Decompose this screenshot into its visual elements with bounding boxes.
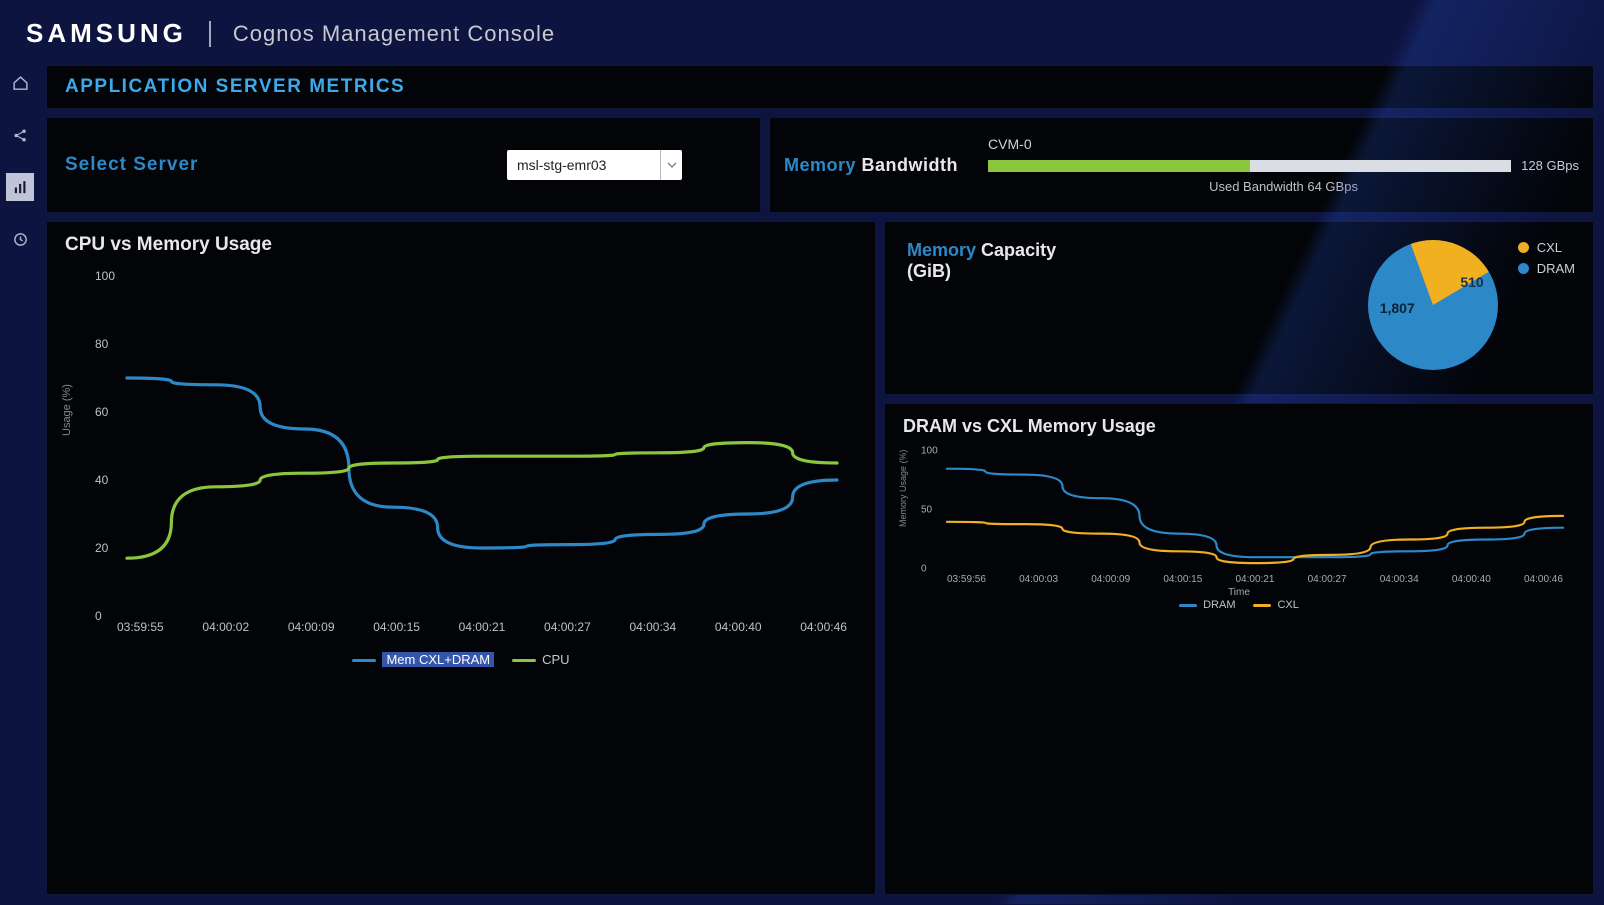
chart-icon: [12, 179, 29, 196]
cpu-memory-chart-title: CPU vs Memory Usage: [65, 234, 857, 256]
bandwidth-node-label: CVM-0: [988, 136, 1579, 152]
memory-capacity-pie: 5101,807: [1368, 240, 1498, 370]
sidebar-item-home[interactable]: [6, 69, 34, 97]
select-server-dropdown[interactable]: msl-stg-emr03: [507, 150, 682, 180]
brand-logo: SAMSUNG: [26, 18, 187, 49]
legend-item[interactable]: CXL: [1253, 599, 1298, 611]
dram-cxl-legend: DRAM CXL: [903, 599, 1575, 611]
content: APPLICATION SERVER METRICS Select Server…: [40, 61, 1604, 905]
cpu-memory-chart-panel: CPU vs Memory Usage Usage (%) 0204060801…: [46, 221, 876, 895]
memory-capacity-legend: CXL DRAM: [1518, 240, 1575, 282]
bandwidth-bar-fill: [988, 160, 1250, 172]
legend-item[interactable]: CXL: [1518, 240, 1575, 255]
select-server-label: Select Server: [65, 154, 198, 176]
share-icon: [12, 127, 29, 144]
memory-capacity-unit: (GiB): [907, 261, 1056, 282]
select-server-panel: Select Server msl-stg-emr03: [46, 117, 761, 213]
memory-capacity-title: Memory Capacity: [907, 240, 1056, 261]
bandwidth-used-label: Used Bandwidth 64 GBps: [988, 179, 1579, 194]
bandwidth-max-label: 128 GBps: [1521, 158, 1579, 173]
cpu-memory-ylabel: Usage (%): [61, 384, 73, 436]
sidebar-item-share[interactable]: [6, 121, 34, 149]
sidebar-item-history[interactable]: [6, 225, 34, 253]
sidebar: [0, 61, 40, 905]
legend-item[interactable]: DRAM: [1518, 261, 1575, 276]
sidebar-item-metrics[interactable]: [6, 173, 34, 201]
chevron-down-icon: [660, 150, 682, 180]
dram-cxl-chart-panel: DRAM vs CXL Memory Usage Memory Usage (%…: [884, 403, 1594, 895]
memory-bandwidth-title: Memory Bandwidth: [784, 155, 958, 176]
home-icon: [12, 75, 29, 92]
cpu-memory-legend: Mem CXL+DRAM CPU: [65, 652, 857, 667]
header-subtitle: Cognos Management Console: [233, 21, 555, 47]
cpu-memory-chart: Usage (%) 02040608010003:59:5504:00:0204…: [75, 270, 847, 650]
dram-cxl-chart: Memory Usage (%) 05010003:59:5604:00:030…: [907, 447, 1571, 597]
bandwidth-bar: [988, 160, 1511, 172]
page-title: APPLICATION SERVER METRICS: [65, 76, 1575, 98]
page-title-panel: APPLICATION SERVER METRICS: [46, 65, 1594, 109]
header-divider: [209, 21, 211, 47]
memory-capacity-panel: Memory Capacity (GiB) 5101,807 CXL DRAM: [884, 221, 1594, 395]
clock-icon: [12, 231, 29, 248]
legend-item[interactable]: CPU: [512, 652, 569, 667]
memory-bandwidth-panel: Memory Bandwidth CVM-0 128 GBps Used Ban…: [769, 117, 1594, 213]
header: SAMSUNG Cognos Management Console: [0, 0, 1604, 61]
legend-item[interactable]: Mem CXL+DRAM: [352, 652, 494, 667]
dram-cxl-chart-title: DRAM vs CXL Memory Usage: [903, 416, 1575, 437]
legend-item[interactable]: DRAM: [1179, 599, 1235, 611]
select-server-value: msl-stg-emr03: [507, 157, 660, 173]
